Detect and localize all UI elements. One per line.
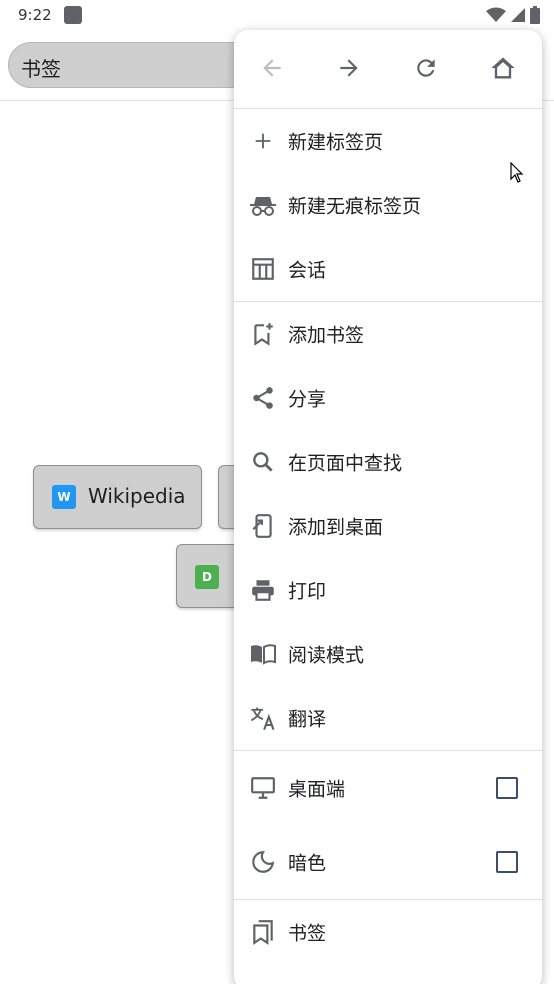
back-icon	[263, 59, 281, 77]
bookmark-add-icon	[248, 319, 278, 349]
print-icon	[248, 575, 278, 605]
reload-button[interactable]	[410, 52, 442, 84]
book-open-icon	[248, 639, 278, 669]
menu-item-add-to-home[interactable]: 添加到桌面	[234, 494, 542, 558]
incognito-icon	[248, 190, 278, 220]
menu-item-share[interactable]: 分享	[234, 366, 542, 430]
menu-item-label: 新建标签页	[288, 131, 384, 154]
home-icon	[491, 57, 515, 79]
menu-item-bookmarks[interactable]: 书签	[234, 900, 542, 964]
menu-item-label: 分享	[288, 388, 327, 411]
plus-icon	[248, 126, 278, 156]
menu-item-label: 在页面中查找	[288, 452, 403, 475]
address-text: 书签	[21, 57, 61, 81]
menu-item-translate[interactable]: 翻译	[234, 686, 542, 750]
status-bar: 9:22	[0, 0, 554, 30]
menu-item-add-bookmark[interactable]: 添加书签	[234, 302, 542, 366]
menu-item-label: 新建无痕标签页	[288, 195, 422, 218]
menu-item-find-in-page[interactable]: 在页面中查找	[234, 430, 542, 494]
menu-item-print[interactable]: 打印	[234, 558, 542, 622]
menu-item-label: 阅读模式	[288, 644, 365, 667]
menu-item-label: 添加书签	[288, 324, 365, 347]
forward-icon	[340, 59, 358, 77]
menu-item-new-tab[interactable]: 新建标签页	[234, 109, 542, 173]
reload-icon	[417, 59, 435, 77]
signal-icon	[511, 8, 525, 22]
menu-item-desktop-site[interactable]: 桌面端	[234, 751, 542, 825]
status-time: 9:22	[18, 6, 52, 24]
dark-mode-checkbox[interactable]	[496, 851, 518, 873]
menu-item-new-incognito-tab[interactable]: 新建无痕标签页	[234, 173, 542, 237]
search-icon	[248, 447, 278, 477]
menu-item-sessions[interactable]: 会话	[234, 237, 542, 301]
notification-icon	[64, 6, 82, 24]
bookmarks-icon	[248, 917, 278, 947]
menu-item-label: 暗色	[288, 852, 327, 875]
menu-item-reader-mode[interactable]: 阅读模式	[234, 622, 542, 686]
translate-icon	[248, 703, 278, 733]
menu-item-label: 桌面端	[288, 778, 346, 801]
menu-item-label: 打印	[288, 580, 327, 603]
forward-button[interactable]	[333, 52, 365, 84]
sessions-icon	[248, 254, 278, 284]
home-button[interactable]	[487, 52, 519, 84]
tile-wikipedia[interactable]: W Wikipedia	[33, 465, 202, 529]
share-icon	[248, 383, 278, 413]
menu-item-label: 书签	[288, 922, 327, 945]
status-icons	[486, 6, 540, 24]
desktop-icon	[248, 773, 278, 803]
desktop-site-checkbox[interactable]	[496, 777, 518, 799]
menu-item-label: 添加到桌面	[288, 516, 384, 539]
menu-nav-row	[234, 30, 542, 108]
overflow-menu: 新建标签页 新建无痕标签页 会话 添加书签 分享 在页面中查找 添加到桌面 打印…	[234, 30, 542, 984]
menu-item-label: 翻译	[288, 708, 327, 731]
mouse-cursor-icon	[510, 162, 524, 183]
menu-item-label: 会话	[288, 259, 327, 282]
menu-item-dark-mode[interactable]: 暗色	[234, 825, 542, 899]
back-button[interactable]	[256, 52, 288, 84]
add-to-home-icon	[248, 511, 278, 541]
wifi-icon	[486, 7, 506, 22]
moon-icon	[248, 847, 278, 877]
battery-icon	[530, 6, 540, 24]
d-favicon-icon: D	[195, 565, 219, 589]
wikipedia-favicon-icon: W	[52, 485, 76, 509]
tile-label: Wikipedia	[88, 484, 186, 508]
